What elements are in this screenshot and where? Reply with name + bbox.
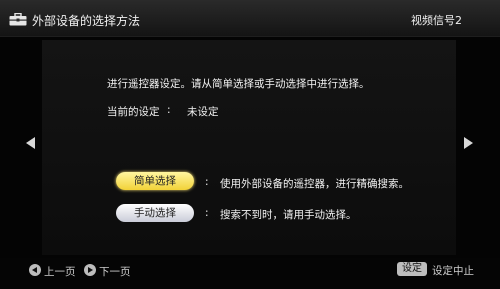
current-setting-separator: : — [167, 104, 171, 116]
current-setting-value: 未设定 — [187, 106, 219, 118]
next-page-button[interactable]: 下一页 — [99, 264, 131, 279]
simple-select-description: 使用外部设备的遥控器，进行精确搜索。 — [220, 178, 409, 190]
header-bar: 外部设备的选择方法 视频信号2 — [0, 0, 500, 37]
setting-key-button[interactable]: 设定 — [397, 262, 427, 276]
instruction-text: 进行遥控器设定。请从简单选择或手动选择中进行选择。 — [107, 78, 370, 90]
simple-select-separator: : — [205, 176, 209, 188]
setting-cancel-label: 设定中止 — [432, 265, 474, 277]
arrow-left-icon[interactable] — [26, 137, 35, 149]
input-source-label: 视频信号2 — [411, 14, 462, 27]
page-title: 外部设备的选择方法 — [32, 14, 141, 28]
prev-page-icon[interactable] — [29, 264, 41, 276]
content-panel — [42, 40, 456, 255]
manual-select-description: 搜索不到时，请用手动选择。 — [220, 209, 357, 221]
prev-page-button[interactable]: 上一页 — [44, 264, 76, 279]
arrow-right-icon[interactable] — [464, 137, 473, 149]
manual-select-button[interactable]: 手动选择 — [116, 204, 194, 222]
next-page-icon[interactable] — [84, 264, 96, 276]
tv-menu-screen: 外部设备的选择方法 视频信号2 进行遥控器设定。请从简单选择或手动选择中进行选择… — [0, 0, 500, 289]
simple-select-button[interactable]: 简单选择 — [116, 172, 194, 190]
manual-select-separator: : — [205, 207, 209, 219]
header-divider — [0, 36, 500, 37]
current-setting-label: 当前的设定 — [107, 106, 160, 118]
toolbox-icon — [9, 13, 27, 26]
